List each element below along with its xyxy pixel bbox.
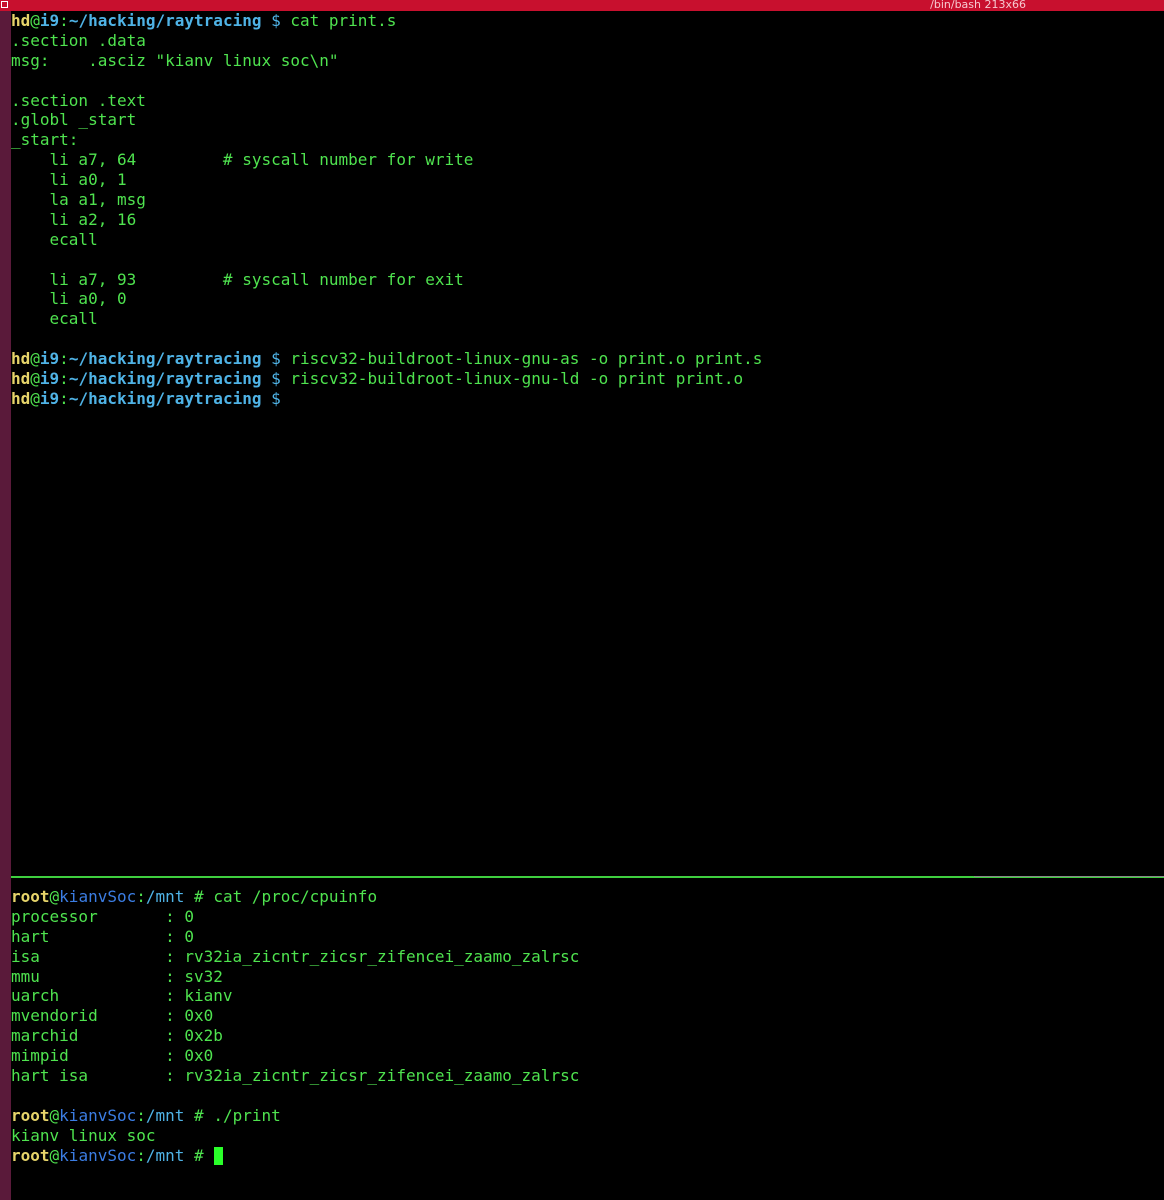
output-line: marchid : 0x2b — [11, 1026, 223, 1046]
output-line: li a0, 0 — [11, 289, 127, 309]
prompt-line: hd@i9:~/hacking/raytracing $ cat print.s — [11, 11, 397, 30]
output-line: li a2, 16 — [11, 209, 137, 229]
output-line: uarch : kianv — [11, 986, 233, 1006]
output-line: ecall — [11, 229, 98, 249]
output-line: .section .text — [11, 90, 146, 110]
output-line: mimpid : 0x0 — [11, 1046, 214, 1066]
output-line: hart isa : rv32ia_zicntr_zicsr_zifencei_… — [11, 1066, 580, 1086]
command-text: riscv32-buildroot-linux-gnu-as -o print.… — [290, 349, 763, 369]
terminal-cursor[interactable] — [214, 1147, 224, 1166]
program-output-line: kianv linux soc — [11, 1125, 156, 1145]
terminal-title: /bin/bash 213x66 — [930, 0, 1026, 11]
prompt-line: hd@i9:~/hacking/raytracing $ riscv32-bui… — [11, 349, 763, 369]
command-text: ./print — [213, 1105, 281, 1125]
prompt-line: root@kianvSoc:/mnt # cat /proc/cpuinfo — [11, 887, 378, 906]
command-text: cat print.s — [290, 11, 397, 30]
output-line: mvendorid : 0x0 — [11, 1006, 214, 1026]
output-line: .globl _start — [11, 110, 137, 130]
terminal-pane-bottom[interactable]: root@kianvSoc:/mnt # cat /proc/cpuinfo p… — [11, 878, 1164, 1200]
close-icon[interactable] — [1, 1, 8, 8]
terminal-pane-top[interactable]: hd@i9:~/hacking/raytracing $ cat print.s… — [11, 11, 1164, 876]
output-line: ecall — [11, 309, 98, 329]
output-line: isa : rv32ia_zicntr_zicsr_zifencei_zaamo… — [11, 946, 580, 966]
output-line: la a1, msg — [11, 190, 146, 210]
output-line: mmu : sv32 — [11, 966, 223, 986]
prompt-line: hd@i9:~/hacking/raytracing $ — [11, 388, 291, 408]
prompt-line[interactable]: root@kianvSoc:/mnt # — [11, 1146, 1164, 1166]
window-left-rail — [0, 0, 11, 1200]
output-line: _start: — [11, 130, 79, 150]
output-line: processor : 0 — [11, 906, 195, 926]
output-line: li a0, 1 — [11, 170, 127, 190]
output-line: .section .data — [11, 30, 146, 50]
prompt-line: hd@i9:~/hacking/raytracing $ riscv32-bui… — [11, 369, 744, 389]
command-text: cat /proc/cpuinfo — [213, 887, 378, 906]
output-line: li a7, 64 # syscall number for write — [11, 150, 474, 170]
output-line: li a7, 93 # syscall number for exit — [11, 269, 464, 289]
terminal-title-bar[interactable]: /bin/bash 213x66 — [0, 0, 1164, 11]
output-line: msg: .asciz "kianv linux soc\n" — [11, 50, 339, 70]
prompt-line: root@kianvSoc:/mnt # ./print — [11, 1105, 281, 1125]
command-text: riscv32-buildroot-linux-gnu-ld -o print … — [290, 369, 744, 389]
output-line: hart : 0 — [11, 926, 195, 946]
